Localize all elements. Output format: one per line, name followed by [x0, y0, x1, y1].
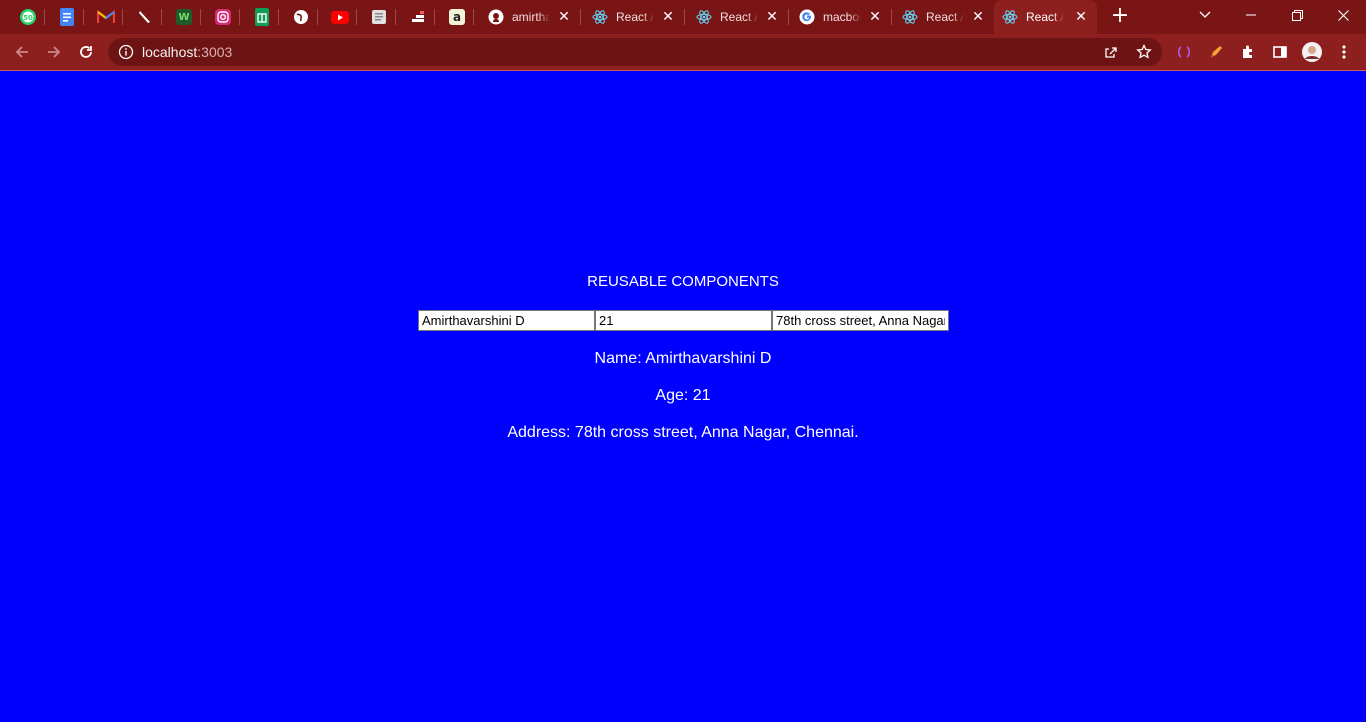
url-text: localhost:3003: [142, 44, 232, 60]
close-icon[interactable]: ✕: [660, 9, 676, 25]
react-icon: [902, 10, 918, 24]
tab-title: macboo: [823, 10, 861, 24]
url-port: :3003: [197, 44, 233, 60]
side-panel-icon: [1273, 46, 1287, 58]
address-bar[interactable]: localhost:3003: [108, 38, 1162, 66]
new-tab-button[interactable]: +: [1108, 5, 1132, 29]
pinned-tab-instagram[interactable]: [211, 5, 235, 29]
extensions-button[interactable]: [1238, 42, 1258, 62]
forward-button[interactable]: [40, 38, 68, 66]
input-row: [418, 310, 949, 331]
react-icon: [592, 10, 608, 24]
extension-pen[interactable]: [1206, 42, 1226, 62]
close-icon[interactable]: ✕: [867, 9, 883, 25]
pinned-tab-amazon[interactable]: a: [445, 5, 469, 29]
close-window-button[interactable]: [1320, 0, 1366, 30]
menu-button[interactable]: [1334, 42, 1354, 62]
info-icon[interactable]: [118, 44, 134, 60]
tab-strip: 50 W a amirtha ✕ React A ✕ React A ✕ mac…: [0, 0, 1366, 34]
more-vert-icon: [1342, 45, 1346, 59]
docs-icon: [60, 8, 74, 26]
puzzle-icon: [1243, 45, 1252, 58]
close-icon[interactable]: ✕: [764, 9, 780, 25]
github-icon: [488, 9, 504, 25]
name-display: Name: Amirthavarshini D: [594, 350, 772, 367]
browser-toolbar: localhost:3003: [0, 34, 1366, 70]
side-panel-button[interactable]: [1270, 42, 1290, 62]
toolbar-divider: [0, 70, 1366, 71]
amazon-icon: a: [449, 9, 465, 25]
tab-title: React A: [1026, 10, 1064, 24]
brackets-icon: [1177, 46, 1191, 58]
pinned-tab-sheets[interactable]: [250, 5, 274, 29]
tab-1[interactable]: React A ✕: [584, 0, 684, 34]
sheets-icon: [255, 8, 269, 26]
reload-button[interactable]: [72, 38, 100, 66]
pinned-tab-globe[interactable]: [289, 5, 313, 29]
chevron-down-icon: [1199, 11, 1211, 18]
name-input[interactable]: [418, 310, 595, 331]
close-icon[interactable]: ✕: [556, 9, 572, 25]
restore-icon: [1291, 9, 1303, 21]
pinned-tab-pen[interactable]: [133, 5, 157, 29]
tab-title: React A: [720, 10, 758, 24]
tab-5-active[interactable]: React A ✕: [994, 0, 1097, 34]
age-input[interactable]: [595, 310, 772, 331]
url-host: localhost: [142, 44, 198, 60]
close-icon[interactable]: ✕: [1073, 9, 1089, 25]
pinned-tab-notes[interactable]: [367, 5, 391, 29]
arrow-left-icon: [15, 46, 28, 58]
close-icon: [1337, 9, 1349, 21]
globe-icon: [294, 10, 308, 24]
pen-icon: [139, 11, 150, 23]
tab-title: React A: [926, 10, 964, 24]
address-display: Address: 78th cross street, Anna Nagar, …: [507, 424, 859, 441]
close-icon[interactable]: ✕: [970, 9, 986, 25]
youtube-icon: [331, 10, 349, 24]
react-icon: [1002, 10, 1018, 24]
whatsapp-icon: 50: [20, 9, 36, 25]
reload-icon: [80, 46, 92, 58]
profile-button[interactable]: [1302, 42, 1322, 62]
tab-title: React A: [616, 10, 654, 24]
minimize-button[interactable]: [1228, 0, 1274, 30]
pinned-tab-w[interactable]: W: [172, 5, 196, 29]
chart-icon: [412, 11, 424, 22]
back-button[interactable]: [8, 38, 36, 66]
share-icon[interactable]: [1103, 44, 1119, 60]
tab-3[interactable]: macboo ✕: [791, 0, 891, 34]
gmail-icon: [97, 10, 115, 23]
tab-4[interactable]: React A ✕: [894, 0, 994, 34]
react-icon: [696, 10, 712, 24]
age-display: Age: 21: [655, 387, 711, 404]
pencil-icon: [1210, 46, 1222, 58]
tab-search-button[interactable]: [1182, 0, 1228, 30]
star-icon[interactable]: [1136, 44, 1152, 60]
minimize-icon: [1246, 14, 1256, 16]
pinned-tab-gmail[interactable]: [94, 5, 118, 29]
restore-button[interactable]: [1274, 0, 1320, 30]
page-title: REUSABLE COMPONENTS: [587, 273, 779, 290]
pinned-tab-youtube[interactable]: [328, 5, 352, 29]
pinned-tab-docs[interactable]: [55, 5, 79, 29]
instagram-icon: [215, 9, 231, 25]
avatar: [1302, 42, 1322, 62]
google-icon: [799, 9, 815, 25]
tab-0[interactable]: amirtha ✕: [480, 0, 580, 34]
address-input[interactable]: [772, 310, 949, 331]
svg-text:50: 50: [23, 14, 33, 22]
tab-title: amirtha: [512, 10, 550, 24]
tab-2[interactable]: React A ✕: [688, 0, 788, 34]
notes-icon: [372, 10, 386, 24]
arrow-right-icon: [48, 46, 61, 58]
pinned-tab-whatsapp[interactable]: 50: [16, 5, 40, 29]
extension-brackets[interactable]: [1174, 42, 1194, 62]
w-icon: W: [176, 9, 192, 25]
pinned-tab-chart[interactable]: [406, 5, 430, 29]
